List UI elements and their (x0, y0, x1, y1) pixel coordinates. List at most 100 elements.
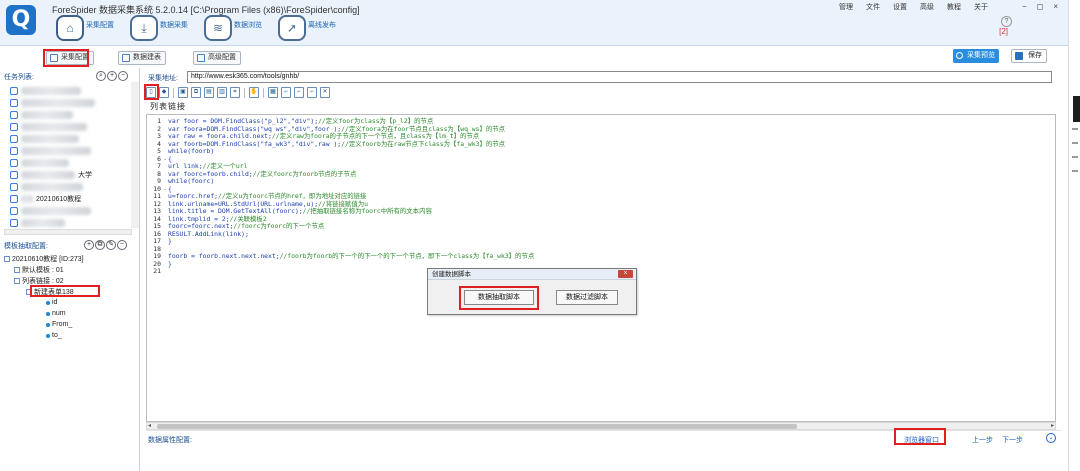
help-icon[interactable]: ? (1001, 16, 1012, 27)
task-item[interactable]: 大学 (10, 170, 92, 180)
task-list-tools: ⌕ + − (96, 71, 128, 81)
nav-label: 数据浏览 (234, 22, 262, 29)
nav-collect-config[interactable]: ⌂ 采集配置 (48, 14, 114, 42)
task-icon (10, 123, 18, 131)
paste-icon[interactable]: ▤ (204, 87, 214, 98)
task-item-label: 20210610教程 (36, 196, 82, 203)
remove-icon[interactable]: − (117, 240, 127, 250)
separator (244, 87, 245, 98)
run-icon[interactable]: ⌐ (307, 87, 317, 98)
line-number: 9 (157, 177, 161, 185)
menu-tutorial[interactable]: 教程 (947, 2, 961, 12)
restore-icon[interactable]: ◻ (1037, 2, 1044, 11)
separator (263, 87, 264, 98)
remove-icon[interactable]: − (118, 71, 128, 81)
close-script-icon[interactable]: ✕ (320, 87, 330, 98)
search-icon[interactable]: ⌕ (96, 71, 106, 81)
data-table-label: 数据建表 (133, 54, 161, 61)
task-item[interactable] (10, 206, 91, 216)
advanced-config-button[interactable]: 高级配置 (193, 51, 241, 65)
url-input[interactable]: http://www.esk365.com/tools/gnhb/ (187, 71, 1052, 83)
copy-icon[interactable]: ⧉ (95, 240, 105, 250)
data-table-button[interactable]: 数据建表 (118, 51, 166, 65)
hand-icon[interactable]: ✋ (249, 87, 259, 98)
nav-data-browse[interactable]: ≋ 数据浏览 (196, 14, 262, 42)
task-item[interactable] (10, 110, 73, 120)
window-menu: 管理 文件 设置 高级 教程 关于 (839, 2, 988, 12)
template-root[interactable]: 20210610教程 [ID:273] (4, 254, 84, 264)
default-template-node[interactable]: 默认模板 : 01 (14, 265, 64, 275)
scroll-left-icon[interactable]: ◂ (148, 423, 151, 429)
field-label: id (52, 299, 58, 306)
dark-tab (1073, 96, 1080, 122)
task-icon (10, 111, 18, 119)
copy-icon[interactable]: ⧉ (191, 87, 201, 98)
left-panel: 任务列表: ⌕ + − 大学 20210610教程 模板抽取配置: + ⧉ ✎ … (0, 68, 140, 471)
right-edge-strip (1068, 0, 1080, 471)
field-label: From_ (52, 321, 73, 328)
collapse-icon (4, 256, 10, 262)
crop-icon[interactable]: ⌗ (230, 87, 240, 98)
scroll-right-icon[interactable]: ▸ (1051, 423, 1054, 429)
task-item[interactable] (10, 122, 87, 132)
nav-offline-publish[interactable]: ➚ 离线发布 (270, 14, 336, 42)
save-icon[interactable]: ▣ (178, 87, 188, 98)
menu-settings[interactable]: 设置 (893, 2, 907, 12)
insert-icon[interactable]: ⌐ (281, 87, 291, 98)
task-icon (10, 195, 18, 203)
fold-marker[interactable]: - (163, 185, 167, 193)
prev-step-link[interactable]: 上一步 (972, 435, 993, 445)
save-button[interactable]: 保存 (1011, 49, 1047, 63)
edit-icon[interactable]: ✎ (106, 240, 116, 250)
blurred-text (21, 219, 65, 227)
blurred-text (21, 195, 33, 203)
field-node[interactable]: num (46, 310, 66, 317)
add-icon[interactable]: + (84, 240, 94, 250)
blurred-text (21, 111, 73, 119)
task-item[interactable] (10, 218, 65, 228)
paste-special-icon[interactable]: ▥ (217, 87, 227, 98)
scroll-thumb[interactable] (157, 424, 797, 429)
task-item[interactable]: 20210610教程 (10, 194, 81, 204)
field-node[interactable]: id (46, 299, 57, 306)
nav-data-collect[interactable]: ⤓ 数据采集 (122, 14, 188, 42)
eraser-icon[interactable]: ◆ (159, 87, 169, 98)
task-item[interactable] (10, 182, 83, 192)
pointer-icon[interactable]: ⌐ (294, 87, 304, 98)
blurred-text (21, 99, 95, 107)
task-item[interactable] (10, 98, 95, 108)
filter-script-button[interactable]: 数据过滤脚本 (556, 290, 618, 305)
menu-manage[interactable]: 管理 (839, 2, 853, 12)
task-item[interactable] (10, 86, 81, 96)
template-icon (14, 278, 20, 284)
close-icon[interactable]: × (1053, 2, 1058, 11)
task-item[interactable] (10, 158, 69, 168)
task-item[interactable] (10, 134, 79, 144)
minimize-icon[interactable]: − (1022, 2, 1027, 11)
task-tree-scrollbar[interactable] (131, 82, 139, 228)
notification-count[interactable]: [2] (999, 27, 1008, 36)
dialog-close-icon[interactable]: × (618, 270, 633, 278)
edge-marker (1072, 156, 1078, 158)
editor-tab[interactable]: 列表链接 (150, 101, 186, 112)
nav-label: 离线发布 (308, 22, 336, 29)
task-tree-hscrollbar[interactable] (4, 229, 132, 235)
preview-button[interactable]: 采集预览 (953, 49, 999, 63)
line-number: 15 (153, 222, 161, 230)
select-icon[interactable]: ▦ (268, 87, 278, 98)
app-logo-icon: Q (6, 5, 36, 35)
field-node[interactable]: to_ (46, 332, 62, 339)
menu-about[interactable]: 关于 (974, 2, 988, 12)
fold-marker[interactable]: - (163, 155, 167, 163)
task-item[interactable] (10, 146, 91, 156)
add-icon[interactable]: + (107, 71, 117, 81)
next-step-link[interactable]: 下一步 (1002, 435, 1023, 445)
line-number: 1 (157, 117, 161, 125)
menu-advanced[interactable]: 高级 (920, 2, 934, 12)
collapse-icon[interactable]: ⌄ (1046, 433, 1056, 443)
line-number: 11 (153, 192, 161, 200)
field-node[interactable]: From_ (46, 321, 72, 328)
save-label: 保存 (1028, 52, 1042, 59)
menu-file[interactable]: 文件 (866, 2, 880, 12)
template-config-header: 模板抽取配置: (4, 243, 48, 250)
